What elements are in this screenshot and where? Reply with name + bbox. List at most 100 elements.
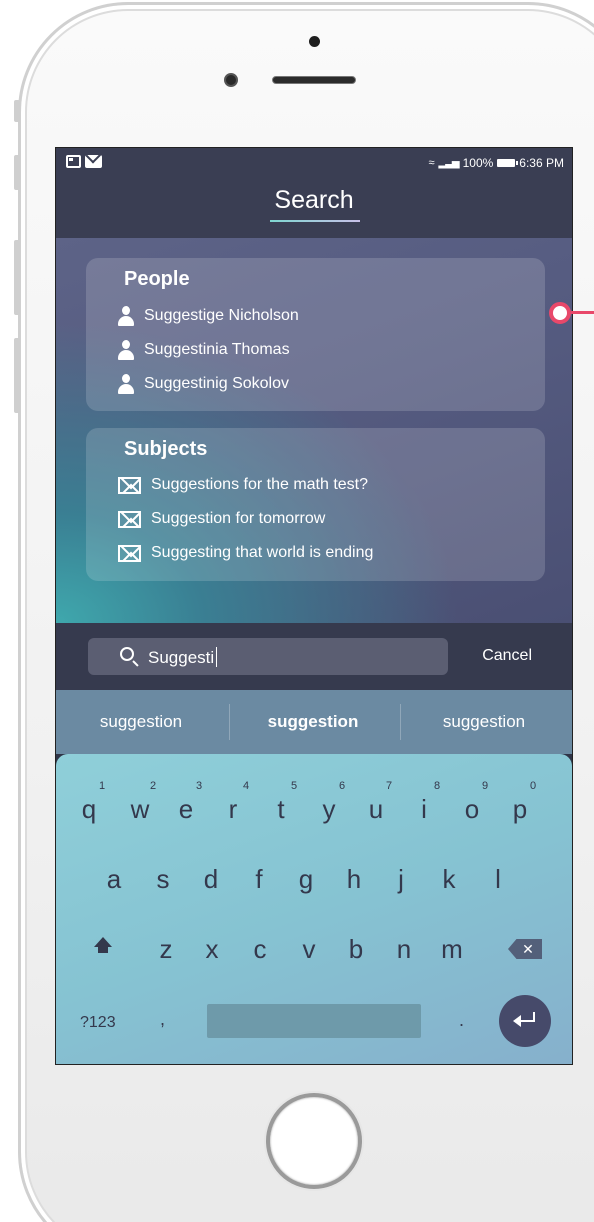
person-name: Suggestinig Sokolov [144, 375, 289, 392]
suggestion-left[interactable]: suggestion [56, 712, 226, 732]
subjects-heading: Subjects [124, 438, 208, 460]
key-hint-number: 4 [242, 780, 250, 792]
key-hint-number: 7 [385, 780, 393, 792]
home-button[interactable] [266, 1093, 362, 1189]
key-u[interactable]: u [356, 794, 396, 825]
key-o[interactable]: o [452, 794, 492, 825]
proximity-sensor [224, 73, 238, 87]
key-r[interactable]: r [213, 794, 253, 825]
key-s[interactable]: s [143, 864, 183, 895]
results-panel: People Suggestige Nicholson Suggestinia … [56, 238, 572, 623]
key-i[interactable]: i [404, 794, 444, 825]
key-e[interactable]: e [166, 794, 206, 825]
search-input[interactable]: Suggesti [88, 638, 448, 675]
status-time: 6:36 PM [519, 156, 564, 170]
search-icon [120, 647, 134, 661]
mail-icon [118, 510, 141, 528]
battery-percent: 100% [462, 156, 494, 170]
person-result[interactable]: Suggestige Nicholson [118, 306, 299, 326]
front-camera [309, 36, 320, 47]
comma-key[interactable]: , [160, 1009, 165, 1030]
key-b[interactable]: b [336, 934, 376, 965]
person-name: Suggestinia Thomas [144, 341, 290, 358]
subject-result[interactable]: Suggestions for the math test? [118, 476, 368, 494]
key-q[interactable]: q [69, 794, 109, 825]
key-hint-number: 1 [98, 780, 106, 792]
mail-icon [118, 476, 141, 494]
suggestion-right[interactable]: suggestion [399, 712, 569, 732]
volume-down-button [14, 240, 20, 315]
space-bar[interactable] [207, 1004, 421, 1038]
side-button [14, 338, 20, 413]
mockup-stage: ≈ ▂▃▅ 100% 6:36 PM Search People Suggest… [0, 0, 594, 1222]
key-p[interactable]: p [500, 794, 540, 825]
key-k[interactable]: k [429, 864, 469, 895]
key-x[interactable]: x [192, 934, 232, 965]
key-h[interactable]: h [334, 864, 374, 895]
subject-result[interactable]: Suggestion for tomorrow [118, 510, 325, 528]
shift-icon[interactable] [92, 937, 114, 961]
key-v[interactable]: v [289, 934, 329, 965]
person-icon [118, 306, 134, 326]
key-hint-number: 0 [529, 780, 537, 792]
annotation-line [571, 311, 594, 314]
title-underline [270, 220, 360, 222]
key-c[interactable]: c [240, 934, 280, 965]
volume-up-button [14, 155, 20, 190]
search-query: Suggesti [148, 648, 215, 667]
mail-icon [118, 544, 141, 562]
calendar-icon [66, 155, 81, 168]
key-hint-number: 9 [481, 780, 489, 792]
key-m[interactable]: m [432, 934, 472, 965]
key-hint-number: 2 [149, 780, 157, 792]
key-hint-number: 3 [195, 780, 203, 792]
on-screen-keyboard: q 1 w 2e 3r 4t 5y 6u 7i 8o 9p 0 asdfghjkl zxcvbnm ✕… [56, 754, 572, 1064]
backspace-icon[interactable]: ✕ [508, 939, 542, 959]
cancel-button[interactable]: Cancel [482, 647, 532, 665]
earpiece-speaker [272, 76, 356, 84]
person-icon [118, 374, 134, 394]
key-d[interactable]: d [191, 864, 231, 895]
key-y[interactable]: y [309, 794, 349, 825]
subject-text: Suggesting that world is ending [151, 544, 374, 561]
person-result[interactable]: Suggestinig Sokolov [118, 374, 289, 394]
phone-screen: ≈ ▂▃▅ 100% 6:36 PM Search People Suggest… [55, 147, 573, 1065]
subject-result[interactable]: Suggesting that world is ending [118, 544, 373, 562]
key-hint-number: 5 [290, 780, 298, 792]
key-w[interactable]: w [120, 794, 160, 825]
battery-icon [497, 159, 519, 167]
subject-text: Suggestions for the math test? [151, 476, 369, 493]
subjects-card: Subjects Suggestions for the math test? … [86, 428, 545, 581]
search-bar: Suggesti Cancel [56, 623, 572, 690]
wifi-icon: ≈ [428, 157, 435, 169]
annotation-dot [549, 302, 571, 324]
people-heading: People [124, 268, 190, 290]
status-bar: ≈ ▂▃▅ 100% 6:36 PM [56, 148, 572, 178]
signal-icon: ▂▃▅ [438, 157, 460, 169]
person-name: Suggestige Nicholson [144, 307, 299, 324]
period-key[interactable]: . [459, 1010, 464, 1031]
subject-text: Suggestion for tomorrow [151, 510, 326, 527]
suggestion-center[interactable]: suggestion [228, 712, 398, 732]
person-icon [118, 340, 134, 360]
text-cursor [216, 647, 218, 667]
suggestion-strip: suggestion suggestion suggestion [56, 690, 572, 754]
key-hint-number: 6 [338, 780, 346, 792]
key-hint-number: 8 [433, 780, 441, 792]
people-card: People Suggestige Nicholson Suggestinia … [86, 258, 545, 411]
person-result[interactable]: Suggestinia Thomas [118, 340, 290, 360]
search-header: Search [56, 178, 572, 238]
key-z[interactable]: z [146, 934, 186, 965]
key-l[interactable]: l [478, 864, 518, 895]
key-a[interactable]: a [94, 864, 134, 895]
enter-icon[interactable] [499, 995, 551, 1047]
key-g[interactable]: g [286, 864, 326, 895]
key-f[interactable]: f [239, 864, 279, 895]
key-j[interactable]: j [381, 864, 421, 895]
symbols-key[interactable]: ?123 [80, 1014, 116, 1032]
key-t[interactable]: t [261, 794, 301, 825]
mute-switch [14, 100, 20, 122]
page-title: Search [274, 186, 354, 214]
key-n[interactable]: n [384, 934, 424, 965]
mail-notification-icon [85, 155, 102, 168]
